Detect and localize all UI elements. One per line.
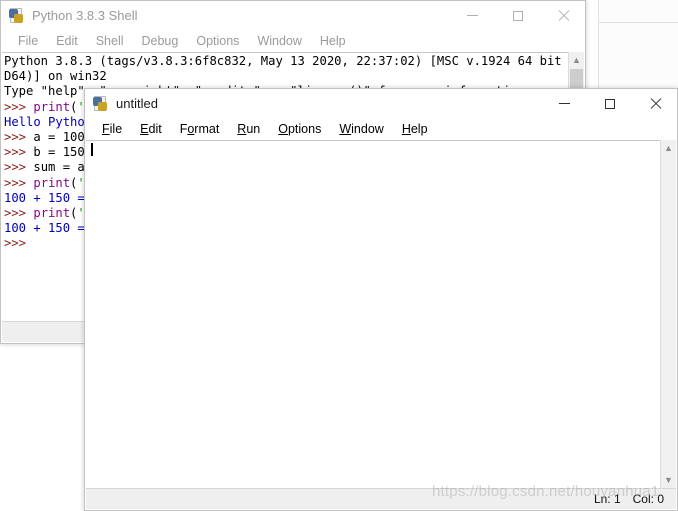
shell-menu-edit[interactable]: Edit xyxy=(47,34,87,48)
console-line: D64)] on win32 xyxy=(4,69,568,84)
console-token: print xyxy=(33,175,71,190)
console-token: >>> xyxy=(4,236,34,251)
python-idle-icon xyxy=(93,95,109,112)
editor-window-controls[interactable] xyxy=(542,89,677,118)
editor-menu-window[interactable]: Window xyxy=(330,122,392,136)
scroll-up-arrow[interactable]: ▲ xyxy=(661,140,676,156)
editor-titlebar[interactable]: untitled xyxy=(85,89,677,118)
scroll-down-arrow[interactable]: ▼ xyxy=(661,472,676,488)
editor-menu-run[interactable]: Run xyxy=(228,122,269,136)
console-token: D64)] on win32 xyxy=(4,69,107,84)
status-line-number: Ln: 1 xyxy=(593,492,621,506)
console-token: >>> xyxy=(4,160,34,175)
minimize-icon[interactable] xyxy=(542,89,587,118)
shell-menubar[interactable]: File Edit Shell Debug Options Window Hel… xyxy=(1,30,585,52)
console-token: print xyxy=(33,205,71,220)
editor-vertical-scrollbar[interactable]: ▲ ▼ xyxy=(660,140,676,488)
console-line: Python 3.8.3 (tags/v3.8.3:6f8c832, May 1… xyxy=(4,54,568,69)
editor-menu-help[interactable]: Help xyxy=(393,122,437,136)
editor-menu-options[interactable]: Options xyxy=(269,122,330,136)
console-token: >>> xyxy=(4,145,34,160)
editor-text-input[interactable] xyxy=(86,140,660,488)
console-token: b = 150 xyxy=(33,145,85,160)
shell-menu-window[interactable]: Window xyxy=(248,34,310,48)
python-idle-icon xyxy=(9,7,25,24)
minimize-icon[interactable] xyxy=(450,1,495,30)
close-icon[interactable] xyxy=(540,1,585,30)
close-icon[interactable] xyxy=(632,89,677,118)
shell-menu-options[interactable]: Options xyxy=(187,34,248,48)
console-token: Python 3.8.3 (tags/v3.8.3:6f8c832, May 1… xyxy=(4,54,568,68)
editor-menu-file[interactable]: File xyxy=(93,122,131,136)
shell-menu-shell[interactable]: Shell xyxy=(87,34,133,48)
console-token: 100 + 150 = xyxy=(4,221,85,236)
desktop-background: Python 3.8.3 Shell File Edit Shell Debug… xyxy=(0,0,678,511)
background-window-top-divider xyxy=(598,22,678,23)
maximize-icon[interactable] xyxy=(495,1,540,30)
editor-menubar[interactable]: File Edit Format Run Options Window Help xyxy=(85,118,677,140)
untitled-editor-window[interactable]: untitled File Edit Format Run Options Window H… xyxy=(84,88,678,511)
console-token: 100 + 150 = xyxy=(4,190,85,205)
console-token: >>> xyxy=(4,129,34,144)
console-token: sum = a xyxy=(33,160,85,175)
console-token: Hello Pytho xyxy=(4,114,85,129)
shell-window-title: Python 3.8.3 Shell xyxy=(32,8,138,23)
editor-menu-edit[interactable]: Edit xyxy=(131,122,171,136)
shell-menu-file[interactable]: File xyxy=(9,34,47,48)
editor-text-region: ▲ ▼ xyxy=(86,140,676,488)
shell-menu-debug[interactable]: Debug xyxy=(133,34,188,48)
text-caret xyxy=(91,143,93,156)
shell-menu-help[interactable]: Help xyxy=(311,34,355,48)
shell-titlebar[interactable]: Python 3.8.3 Shell xyxy=(1,1,585,30)
console-token: print xyxy=(33,99,71,114)
editor-menu-format[interactable]: Format xyxy=(171,122,229,136)
editor-status-bar: Ln: 1 Col: 0 xyxy=(86,488,676,509)
scroll-up-arrow[interactable]: ▲ xyxy=(569,52,584,68)
console-token: >>> xyxy=(4,99,34,114)
maximize-icon[interactable] xyxy=(587,89,632,118)
shell-window-controls[interactable] xyxy=(450,1,585,30)
editor-window-title: untitled xyxy=(116,96,158,111)
console-token: >>> xyxy=(4,175,34,190)
console-token: >>> xyxy=(4,205,34,220)
console-token: a = 100 xyxy=(33,129,85,144)
desktop-shadow-left xyxy=(0,345,84,511)
status-column-number: Col: 0 xyxy=(632,492,664,506)
